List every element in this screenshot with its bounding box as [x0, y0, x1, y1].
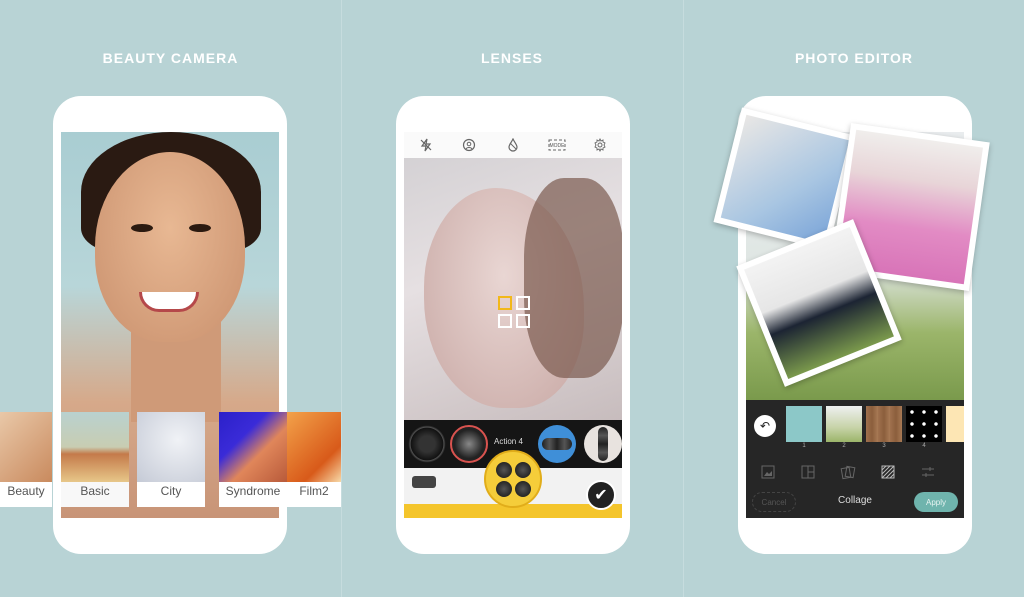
- lens-screen: MODE Action 4 ✔: [404, 132, 622, 518]
- filter-film2[interactable]: Film2: [287, 412, 341, 507]
- shutter-toggle[interactable]: [412, 476, 436, 488]
- face-camera-icon[interactable]: [459, 135, 479, 155]
- svg-text:MODE: MODE: [549, 143, 565, 149]
- panel-title: PHOTO EDITOR: [794, 50, 914, 66]
- beauty-camera-panel: BEAUTY CAMERA Beauty Basic City Syndrome: [0, 0, 341, 597]
- background-option[interactable]: [946, 406, 964, 442]
- camera-preview: [404, 158, 622, 420]
- filter-city[interactable]: City: [137, 412, 205, 507]
- filter-syndrome[interactable]: Syndrome: [219, 412, 287, 507]
- grid-focus-icon[interactable]: [498, 296, 532, 330]
- editor-toolbar: ↶ 1 2 3 4 Cancel Collage Apply: [746, 400, 964, 518]
- filter-strip: Beauty Basic City Syndrome Film2: [0, 412, 341, 507]
- phone-frame: ↶ 1 2 3 4 Cancel Collage Apply: [713, 96, 990, 554]
- background-option[interactable]: [786, 406, 822, 442]
- lens-option[interactable]: [408, 425, 446, 463]
- confirm-check-button[interactable]: ✔: [586, 480, 616, 510]
- camera-toolbar: MODE: [404, 132, 622, 158]
- panel-title: BEAUTY CAMERA: [102, 50, 239, 66]
- panel-title: LENSES: [480, 50, 543, 66]
- mode-icon[interactable]: MODE: [547, 135, 567, 155]
- pattern-icon[interactable]: [880, 464, 896, 480]
- layout-icon[interactable]: [800, 464, 816, 480]
- lens-option[interactable]: [584, 425, 622, 463]
- gear-icon[interactable]: [590, 135, 610, 155]
- background-option[interactable]: [866, 406, 902, 442]
- editor-screen: ↶ 1 2 3 4 Cancel Collage Apply: [713, 107, 990, 518]
- shutter-button[interactable]: [484, 450, 542, 508]
- filter-beauty[interactable]: Beauty: [0, 412, 52, 507]
- lens-option[interactable]: [450, 425, 488, 463]
- undo-button[interactable]: ↶: [754, 415, 776, 437]
- background-option[interactable]: [826, 406, 862, 442]
- drop-icon[interactable]: [503, 135, 523, 155]
- photo-editor-panel: PHOTO EDITOR ↶ 1 2 3 4 Cancel Collage Ap…: [683, 0, 1024, 597]
- lens-name-label: Action 4: [494, 437, 523, 446]
- flash-off-icon[interactable]: [416, 135, 436, 155]
- collage-icon[interactable]: [840, 464, 856, 480]
- lens-option[interactable]: [538, 425, 576, 463]
- filter-basic[interactable]: Basic: [61, 412, 129, 507]
- lenses-panel: LENSES MODE Action 4 ✔: [341, 0, 682, 597]
- background-option[interactable]: [906, 406, 942, 442]
- adjust-icon[interactable]: [920, 464, 936, 480]
- image-icon[interactable]: [760, 464, 776, 480]
- apply-button[interactable]: Apply: [914, 492, 958, 512]
- phone-frame: MODE Action 4 ✔: [396, 96, 630, 554]
